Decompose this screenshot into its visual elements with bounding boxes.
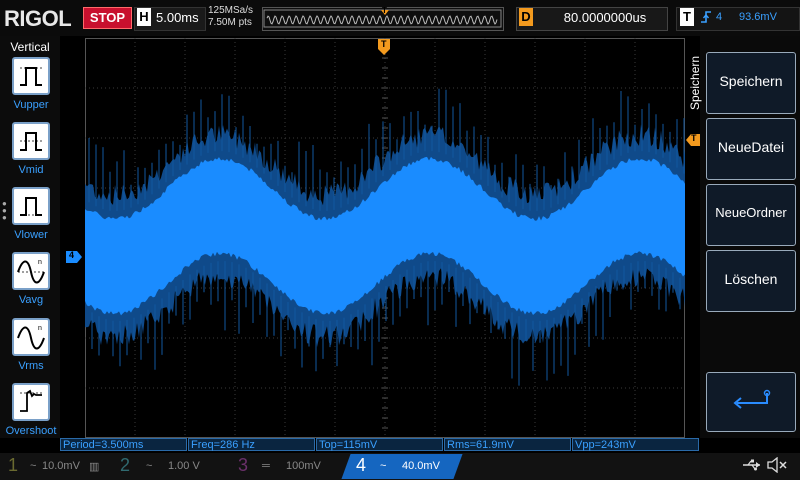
vlower-icon [20, 197, 42, 216]
sample-rate: 125MSa/s [208, 5, 254, 16]
vrms-icon: n [17, 325, 45, 350]
trigger-level-marker-label: T [691, 133, 697, 143]
horizontal-label: H [137, 8, 151, 26]
vrms-button[interactable]: n [12, 318, 50, 356]
save-button-label: Speichern [719, 73, 783, 89]
measurement-top[interactable]: Top=115mV [316, 438, 443, 451]
overshoot-icon [20, 389, 42, 412]
channel4-number[interactable]: 4 [356, 455, 366, 476]
measurement-rms[interactable]: Rms=61.9mV [444, 438, 571, 451]
delay-value: 80.0000000us [563, 10, 647, 25]
usb-icon [742, 458, 762, 475]
channel3-coupling-icon: ═ [262, 460, 270, 472]
delay-label: D [519, 8, 533, 26]
channel3-number[interactable]: 3 [238, 455, 248, 476]
vavg-label: Vavg [18, 294, 44, 306]
channel4-scale: 40.0mV [402, 460, 440, 472]
save-menu-title: Speichern [686, 50, 702, 130]
vupper-label: Vupper [13, 99, 49, 111]
new-folder-button-label: NeueOrdner [715, 205, 787, 220]
measurement-period[interactable]: Period=3.500ms [60, 438, 187, 451]
channel2-coupling-icon: ~ [146, 460, 153, 472]
new-file-button[interactable]: NeueDatei [706, 118, 796, 180]
vrms-label: Vrms [18, 360, 44, 372]
trigger-level: 93.6mV [739, 11, 777, 23]
overshoot-label: Overshoot [5, 425, 57, 437]
new-folder-button[interactable]: NeueOrdner [706, 184, 796, 246]
channel1-bw-icon: ▥ [89, 461, 100, 473]
vlower-button[interactable] [12, 187, 50, 225]
new-file-button-label: NeueDatei [717, 139, 785, 155]
channel2-scale: 1.00 V [168, 460, 200, 472]
vertical-panel-title: Vertical [10, 40, 50, 54]
vavg-button[interactable]: n [12, 252, 50, 290]
back-button[interactable] [706, 372, 796, 432]
save-menu-title-text: Speichern [688, 55, 702, 110]
vupper-button[interactable] [12, 57, 50, 95]
measurement-freq[interactable]: Freq=286 Hz [188, 438, 315, 451]
memory-depth: 7.50M pts [208, 17, 252, 28]
vmid-label: Vmid [18, 164, 44, 176]
rigol-logo: RIGOL [4, 6, 72, 31]
trigger-position-label: T [381, 39, 387, 49]
panel-scroll-dots: ● ● ● [2, 199, 7, 222]
channel4-offset-marker[interactable]: 4 [66, 250, 82, 263]
channel2-number[interactable]: 2 [120, 455, 130, 476]
memory-trigger-marker: T [382, 6, 387, 15]
channel4-marker-label: 4 [69, 250, 75, 260]
return-arrow-icon [733, 389, 771, 409]
run-stop-status[interactable]: STOP [83, 7, 132, 29]
trigger-position-marker[interactable]: T [378, 39, 390, 55]
measurement-vpp[interactable]: Vpp=243mV [572, 438, 699, 451]
trigger-box[interactable] [676, 7, 800, 31]
overshoot-button[interactable] [12, 383, 50, 421]
delete-button[interactable]: Löschen [706, 250, 796, 312]
channel1-number[interactable]: 1 [8, 455, 18, 476]
trigger-level-marker[interactable]: T [686, 133, 700, 146]
trigger-label: T [680, 8, 694, 26]
rising-edge-icon [700, 9, 712, 28]
channel1-scale: 10.0mV [42, 460, 80, 472]
vlower-label: Vlower [14, 229, 48, 241]
speaker-mute-icon[interactable] [766, 456, 788, 476]
trigger-channel: 4 [716, 11, 723, 23]
delete-button-label: Löschen [724, 271, 778, 287]
channel3-scale: 100mV [286, 460, 321, 472]
channel4-waveform [85, 88, 685, 386]
vmid-icon [20, 132, 42, 151]
vavg-icon: n [17, 259, 45, 284]
channel1-coupling-icon: ~ [30, 460, 37, 472]
memory-overview-strip: T [262, 6, 504, 31]
svg-text:n: n [38, 325, 42, 332]
channel4-coupling-icon: ~ [380, 460, 387, 472]
timebase-value: 5.00ms [156, 10, 199, 25]
save-button[interactable]: Speichern [706, 52, 796, 114]
vmid-button[interactable] [12, 122, 50, 160]
svg-text:n: n [38, 259, 42, 266]
vupper-icon [20, 67, 42, 86]
